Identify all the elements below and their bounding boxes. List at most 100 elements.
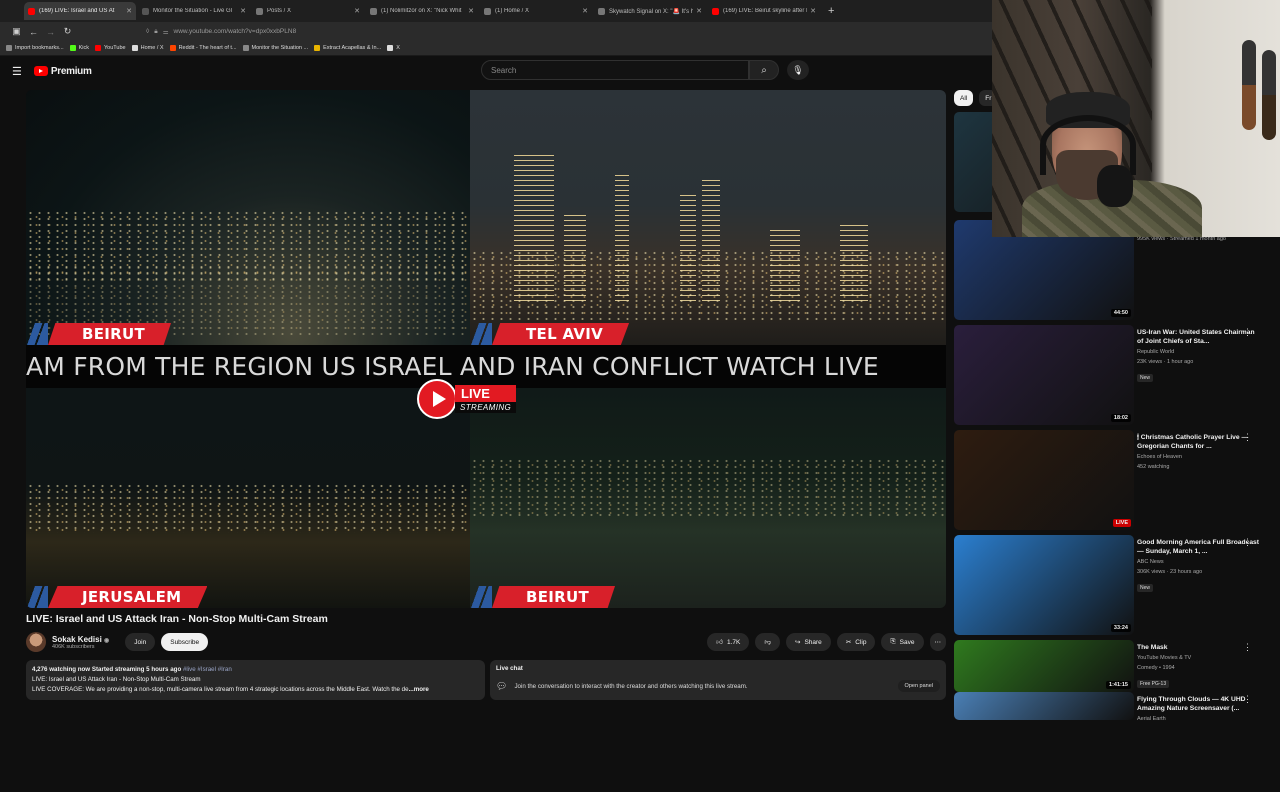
more-options-icon[interactable]: ⋮ xyxy=(1243,694,1252,705)
close-icon[interactable]: ✕ xyxy=(810,7,816,15)
bookmark-item[interactable]: Monitor the Situation ... xyxy=(242,45,308,51)
more-options-icon[interactable]: ⋮ xyxy=(1243,432,1252,443)
live-streaming-badge: LIVE STREAMING xyxy=(417,379,517,419)
channel-name[interactable]: Sokak Kedisi ◉ xyxy=(52,635,109,644)
more-options-icon[interactable]: ⋮ xyxy=(1243,537,1252,548)
new-tab-icon[interactable]: + xyxy=(828,5,834,17)
description-box[interactable]: 4,276 watching now Started streaming 5 h… xyxy=(26,660,485,700)
channel-avatar[interactable] xyxy=(26,632,46,652)
site-settings-icon: ⚌ xyxy=(162,28,169,36)
browser-tab[interactable]: (1) Nolimitzor on X: "Nick Whit ✕ xyxy=(366,2,478,20)
video-thumbnail[interactable]: 18:02 xyxy=(954,325,1134,425)
close-icon[interactable]: ✕ xyxy=(240,7,246,15)
thumbs-up-icon: 👍︎ xyxy=(716,639,724,646)
live-chat-box: Live chat 💬︎ Join the conversation to in… xyxy=(490,660,946,700)
recommendation-item[interactable]: Flying Through Clouds — 4K UHD Amazing N… xyxy=(954,692,1280,792)
tab-title: (1) Home / X xyxy=(495,8,530,14)
recommendation-meta: 452 watching xyxy=(1137,464,1170,470)
close-icon[interactable]: ✕ xyxy=(468,7,474,15)
lock-icon: 🔒︎ xyxy=(154,27,158,35)
subscribe-button[interactable]: Subscribe xyxy=(161,633,209,651)
favicon-icon xyxy=(598,7,605,15)
bookmark-item[interactable]: Import bookmarks... xyxy=(6,45,64,51)
recommendation-item[interactable]: 33:24 Good Morning America Full Broadcast… xyxy=(954,535,1280,635)
live-chat-title: Live chat xyxy=(496,665,523,672)
bookmark-label: Import bookmarks... xyxy=(15,45,64,51)
recommendation-channel[interactable]: ABC News xyxy=(1137,558,1262,566)
url-field[interactable]: ◊ 🔒︎ ⚌ www.youtube.com/watch?v=dpx0xxbPL… xyxy=(146,28,296,36)
close-icon[interactable]: ✕ xyxy=(582,7,588,15)
voice-search-button[interactable]: 🎙︎ xyxy=(787,60,809,80)
bookmark-item[interactable]: Home / X xyxy=(131,45,164,51)
search-icon: ⌕ xyxy=(761,64,767,76)
youtube-logo[interactable]: Premium xyxy=(33,65,92,77)
recommendation-channel[interactable]: Echoes of Heaven xyxy=(1137,453,1262,461)
browser-tab[interactable]: (169) LIVE: Beirut skyline after Is ✕ xyxy=(708,2,820,20)
logo-text: Premium xyxy=(50,65,92,77)
recommendation-channel[interactable]: YouTube Movies & TV xyxy=(1137,654,1262,662)
bookmark-favicon-icon xyxy=(95,45,101,51)
recommendation-item[interactable]: 18:02 US-Iran War: United States Chairman… xyxy=(954,325,1280,425)
dislike-button[interactable]: 👎︎ xyxy=(755,633,780,651)
more-icon: ⋯ xyxy=(934,639,942,646)
duration-badge: 1:41:15 xyxy=(1106,681,1131,689)
browser-tab[interactable]: Skywatch Signal on X: "🚨 It's h ✕ xyxy=(594,2,706,20)
tab-title: Posts / X xyxy=(267,8,292,14)
recommendation-badge: Free PG-13 xyxy=(1137,680,1170,688)
share-button[interactable]: ↪ Share xyxy=(786,633,831,651)
video-thumbnail[interactable]: 33:24 xyxy=(954,535,1134,635)
save-button[interactable]: ⎘ Save xyxy=(881,633,924,651)
city-lights xyxy=(470,250,946,320)
video-thumbnail[interactable] xyxy=(954,692,1134,720)
duration-badge: 44:50 xyxy=(1110,309,1131,317)
play-icon xyxy=(417,379,457,419)
more-options-icon[interactable]: ⋮ xyxy=(1243,327,1252,338)
recommendation-channel[interactable]: Aerial Earth xyxy=(1137,715,1262,723)
chat-icon: 💬︎ xyxy=(496,680,508,691)
bookmark-item[interactable]: Extract Acapellas & In... xyxy=(314,45,381,51)
reload-icon[interactable]: ↻ xyxy=(59,26,76,37)
recommendation-item[interactable]: LIVE 🕯 Christmas Catholic Prayer Live — G… xyxy=(954,430,1280,530)
browser-tab[interactable]: Posts / X ✕ xyxy=(252,2,364,20)
browser-tab[interactable]: (169) LIVE: Israel and US At ✕ xyxy=(24,2,136,20)
guitar xyxy=(1242,40,1256,130)
video-thumbnail[interactable]: 1:41:15 xyxy=(954,640,1134,692)
join-button[interactable]: Join xyxy=(125,633,156,651)
bookmark-item[interactable]: Reddit - The heart of t... xyxy=(169,45,237,51)
close-icon[interactable]: ✕ xyxy=(354,7,360,15)
show-more-link[interactable]: ...more xyxy=(409,686,429,693)
recommendation-meta: Comedy • 1994 xyxy=(1137,665,1175,671)
more-options-icon[interactable]: ⋮ xyxy=(1243,642,1252,653)
filter-chip[interactable]: All xyxy=(954,90,974,106)
browser-tab[interactable]: Monitor the Situation - Live Gl ✕ xyxy=(138,2,250,20)
share-icon: ↪ xyxy=(795,639,801,646)
bookmark-item[interactable]: X xyxy=(387,45,400,51)
sidebar-toggle-icon[interactable]: ▣ xyxy=(8,26,25,37)
bookmark-item[interactable]: Kick xyxy=(69,45,89,51)
city-label: BEIRUT xyxy=(26,323,172,345)
bookmark-item[interactable]: YouTube xyxy=(95,45,126,51)
more-actions-button[interactable]: ⋯ xyxy=(929,633,946,651)
city-lights xyxy=(470,458,946,518)
close-icon[interactable]: ✕ xyxy=(696,7,702,15)
live-badge: LIVE xyxy=(1112,519,1131,527)
tab-title: (169) LIVE: Beirut skyline after Is xyxy=(723,8,808,14)
browser-tab[interactable]: (1) Home / X ✕ xyxy=(480,2,592,20)
menu-icon[interactable]: ☰ xyxy=(12,65,22,78)
forward-icon[interactable]: → xyxy=(42,27,59,37)
hashtags[interactable]: #live #Israel #Iran xyxy=(183,666,232,673)
recommendation-badge: New xyxy=(1137,584,1154,592)
close-icon[interactable]: ✕ xyxy=(126,7,132,15)
tab-title: Skywatch Signal on X: "🚨 It's h xyxy=(609,8,694,15)
bookmark-favicon-icon xyxy=(131,45,138,51)
open-panel-button[interactable]: Open panel xyxy=(897,680,940,692)
like-button[interactable]: 👍︎ 1.7K xyxy=(707,633,750,651)
clip-button[interactable]: ✂ Clip xyxy=(836,633,876,651)
back-icon[interactable]: ← xyxy=(25,27,42,37)
search-button[interactable]: ⌕ xyxy=(749,60,779,80)
recommendation-channel[interactable]: Republic World xyxy=(1137,348,1262,356)
video-player[interactable]: BEIRUT TEL AVIV JERUSALEM BEIRUT AM FROM… xyxy=(26,90,946,608)
video-thumbnail[interactable]: LIVE xyxy=(954,430,1134,530)
thumbs-down-icon: 👎︎ xyxy=(764,639,771,646)
search-input[interactable]: Search xyxy=(481,60,749,80)
